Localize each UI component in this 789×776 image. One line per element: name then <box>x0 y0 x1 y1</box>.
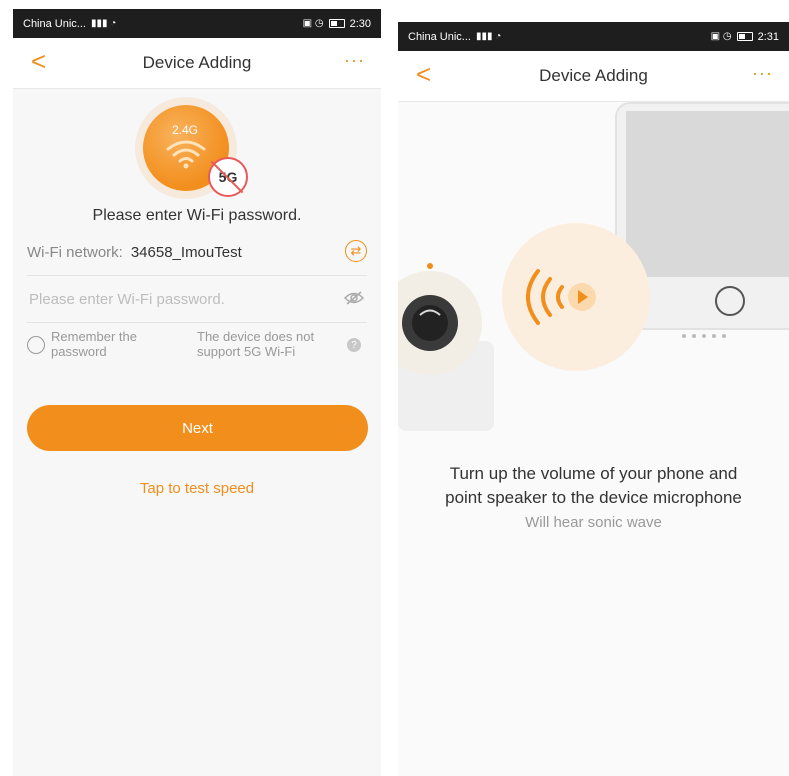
password-input[interactable] <box>27 289 311 309</box>
nfc-alarm-icon: ▣ ◷ <box>710 31 732 42</box>
nfc-alarm-icon: ▣ ◷ <box>302 18 324 29</box>
carrier-name: China Unic... <box>23 17 86 30</box>
help-icon[interactable]: ? <box>347 338 361 352</box>
band-label: 2.4G <box>172 123 199 137</box>
wifi-network-name: 34658_ImouTest <box>130 243 242 261</box>
signal-icon: ▮▮▮ ◔ <box>90 18 117 29</box>
blocked-band-label: 5G <box>218 169 238 185</box>
password-row <box>27 276 367 323</box>
wifi-network-label: Wi-Fi network: <box>27 243 123 261</box>
password-prompt: Please enter Wi-Fi password. <box>92 207 302 224</box>
sonic-hint: Will hear sonic wave <box>525 514 662 531</box>
battery-icon <box>736 32 753 41</box>
status-bar: China Unic... ▮▮▮ ◔ ▣ ◷ 2:30 <box>13 9 381 38</box>
remember-password-label[interactable]: Remember the password <box>51 329 161 359</box>
sonic-instruction: Turn up the volume of your phone and poi… <box>398 462 789 510</box>
signal-icon: ▮▮▮ ◔ <box>475 31 502 42</box>
more-icon[interactable]: ··· <box>344 50 365 71</box>
no-5g-badge: 5G <box>208 157 248 197</box>
sonic-pairing-illustration <box>398 102 789 431</box>
next-button[interactable]: Next <box>27 405 368 451</box>
screenshot-canvas: China Unic... ▮▮▮ ◔ ▣ ◷ 2:30 < Device Ad… <box>0 0 789 776</box>
instruction-line-1: Turn up the volume of your phone and <box>449 464 738 483</box>
status-time: 2:31 <box>757 30 779 43</box>
status-bar: China Unic... ▮▮▮ ◔ ▣ ◷ 2:31 <box>398 22 789 51</box>
page-title: Device Adding <box>539 66 648 85</box>
wifi-icon <box>166 140 206 169</box>
back-chevron-icon[interactable]: < <box>416 61 431 87</box>
back-chevron-icon[interactable]: < <box>31 48 46 74</box>
status-time: 2:30 <box>349 17 371 30</box>
more-icon[interactable]: ··· <box>752 63 773 84</box>
nav-bar: < Device Adding ··· <box>398 51 789 102</box>
wifi-network-row: Wi-Fi network: 34658_ImouTest ⇄ <box>27 229 367 276</box>
nav-bar: < Device Adding ··· <box>13 38 381 89</box>
sonic-pairing-screen: China Unic... ▮▮▮ ◔ ▣ ◷ 2:31 < Device Ad… <box>398 22 789 776</box>
wifi-band-badge: 2.4G 5G <box>143 105 253 201</box>
carrier-name: China Unic... <box>408 30 471 43</box>
page-title: Device Adding <box>142 53 252 72</box>
camera-icon <box>398 263 494 431</box>
sound-wave-icon <box>502 223 650 371</box>
wifi-password-screen: China Unic... ▮▮▮ ◔ ▣ ◷ 2:30 < Device Ad… <box>13 9 381 776</box>
password-options: Remember the password The device does no… <box>27 329 367 369</box>
eye-hidden-icon[interactable] <box>343 290 365 306</box>
test-speed-link[interactable]: Tap to test speed <box>13 480 381 497</box>
instruction-line-2: point speaker to the device microphone <box>445 488 742 507</box>
no-5g-notice: The device does not support 5G Wi-Fi <box>197 329 315 359</box>
remember-password-radio[interactable] <box>27 336 45 354</box>
battery-icon <box>328 19 345 28</box>
switch-network-icon[interactable]: ⇄ <box>345 240 367 262</box>
